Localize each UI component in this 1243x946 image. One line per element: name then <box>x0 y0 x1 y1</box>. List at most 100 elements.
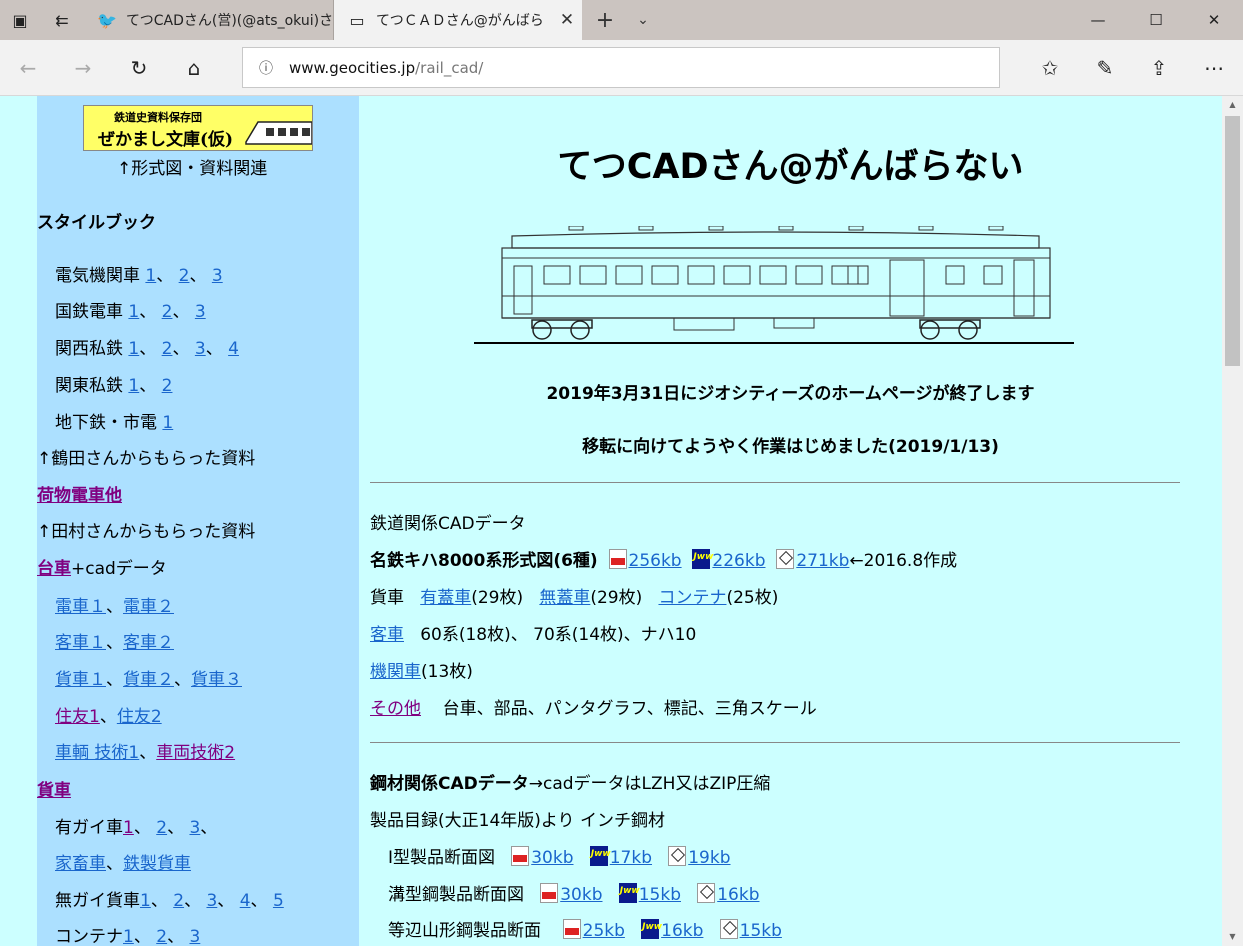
set-tabs-aside-icon[interactable]: ⇇ <box>42 0 82 40</box>
link-2[interactable]: 2 <box>156 818 167 838</box>
other-link[interactable]: その他 <box>370 699 421 719</box>
maximize-icon[interactable]: ☐ <box>1127 0 1185 40</box>
row-label: 関東私鉄 <box>55 376 123 396</box>
tab-twitter[interactable]: 🐦 てつCADさん(営)(@ats_okui)さ <box>84 0 334 40</box>
loco-link[interactable]: 機関車 <box>370 662 421 682</box>
steel-row-angle: 等辺山形鋼製品断面 25kb 16kb 15kb <box>388 916 782 941</box>
chevron-down-icon[interactable]: ⌄ <box>628 0 658 40</box>
meitetsu-note: ←2016.8作成 <box>849 551 958 571</box>
pen-notes-icon[interactable]: ✎ <box>1085 48 1125 88</box>
link-3[interactable]: 3 <box>206 891 217 911</box>
link-3[interactable]: 3 <box>189 818 200 838</box>
tab-preview-icon[interactable]: ▣ <box>0 0 40 40</box>
meitetsu-pdf-link[interactable]: 256kb <box>629 551 682 571</box>
more-menu-icon[interactable]: ⋯ <box>1194 48 1234 88</box>
favorites-star-icon[interactable]: ✩ <box>1030 48 1070 88</box>
forward-icon[interactable]: → <box>63 48 103 88</box>
dxf-link[interactable]: 19kb <box>688 848 730 868</box>
bogie-link[interactable]: 台車 <box>37 559 71 579</box>
link-freight-2[interactable]: 貨車２ <box>123 670 174 690</box>
minimize-icon[interactable]: — <box>1069 0 1127 40</box>
close-window-icon[interactable]: ✕ <box>1185 0 1243 40</box>
tab-tetsucad[interactable]: ▭ てつＣＡＤさん@がんばら ✕ <box>334 0 582 40</box>
link-1[interactable]: 1 <box>123 927 134 946</box>
refresh-icon[interactable]: ↻ <box>119 48 159 88</box>
meitetsu-jww-link[interactable]: 226kb <box>712 551 765 571</box>
covered-count: (29枚) <box>471 588 524 608</box>
jww-link[interactable]: 16kb <box>661 921 703 941</box>
baggage-link[interactable]: 荷物電車他 <box>37 486 122 506</box>
link-sumitomo-2[interactable]: 住友2 <box>117 707 162 727</box>
link-2[interactable]: 2 <box>179 266 190 286</box>
zekamashi-banner[interactable]: 鉄道史資料保存団 ぜかまし文庫(仮) <box>83 105 313 151</box>
link-5[interactable]: 5 <box>273 891 284 911</box>
link-tech-1[interactable]: 車輌 技術1 <box>55 743 139 763</box>
pdf-link[interactable]: 30kb <box>560 885 602 905</box>
scroll-up-icon[interactable]: ▲ <box>1222 96 1243 114</box>
link-3[interactable]: 3 <box>212 266 223 286</box>
link-2[interactable]: 2 <box>162 376 173 396</box>
sidebar-freight-links: 貨車１、貨車２、貨車３ <box>55 670 242 690</box>
sidebar-kansai-private: 関西私鉄 1、 2、 3、 4 <box>55 339 239 359</box>
pdf-link[interactable]: 30kb <box>531 848 573 868</box>
link-2[interactable]: 2 <box>156 927 167 946</box>
link-coach-2[interactable]: 客車２ <box>123 633 174 653</box>
link-1[interactable]: 1 <box>128 376 139 396</box>
home-icon[interactable]: ⌂ <box>174 48 214 88</box>
link-steel-wagon[interactable]: 鉄製貨車 <box>123 854 191 874</box>
link-freight-3[interactable]: 貨車３ <box>191 670 242 690</box>
link-1[interactable]: 1 <box>162 413 173 433</box>
back-icon[interactable]: ← <box>8 48 48 88</box>
pdf-link[interactable]: 25kb <box>583 921 625 941</box>
container-link[interactable]: コンテナ <box>658 588 726 608</box>
link-2[interactable]: 2 <box>162 302 173 322</box>
link-livestock[interactable]: 家畜車 <box>55 854 106 874</box>
link-4[interactable]: 4 <box>228 339 239 359</box>
steel-row-label: 溝型鋼製品断面図 <box>388 885 524 905</box>
link-1[interactable]: 1 <box>140 891 151 911</box>
link-3[interactable]: 3 <box>189 927 200 946</box>
meitetsu-dxf-link[interactable]: 271kb <box>796 551 849 571</box>
open-wagon-link[interactable]: 無蓋車 <box>539 588 590 608</box>
link-2[interactable]: 2 <box>173 891 184 911</box>
dxf-link[interactable]: 16kb <box>717 885 759 905</box>
covered-wagon-link[interactable]: 有蓋車 <box>420 588 471 608</box>
scrollbar-thumb[interactable] <box>1225 116 1240 366</box>
dxf-link[interactable]: 15kb <box>740 921 782 941</box>
url-path: /rail_cad/ <box>415 58 484 77</box>
link-3[interactable]: 3 <box>195 339 206 359</box>
page-scrollbar[interactable]: ▲ ▼ <box>1222 96 1243 946</box>
row-label: 無ガイ貨車 <box>55 891 140 911</box>
link-coach-1[interactable]: 客車１ <box>55 633 106 653</box>
freight-heading-link[interactable]: 貨車 <box>37 781 71 801</box>
sidebar: 鉄道史資料保存団 ぜかまし文庫(仮) ↑形式図・資料関連 スタイルブック 電気機… <box>37 96 359 946</box>
link-freight-1[interactable]: 貨車１ <box>55 670 106 690</box>
meitetsu-label: 名鉄キハ8000系形式図(6種) <box>370 551 598 571</box>
link-1[interactable]: 1 <box>145 266 156 286</box>
link-emu-2[interactable]: 電車２ <box>123 597 174 617</box>
info-icon[interactable]: ⓘ <box>243 58 289 78</box>
pdf-icon <box>540 883 559 903</box>
jww-link[interactable]: 15kb <box>639 885 681 905</box>
link-2[interactable]: 2 <box>162 339 173 359</box>
link-3[interactable]: 3 <box>195 302 206 322</box>
scroll-down-icon[interactable]: ▼ <box>1222 928 1243 946</box>
container-count: (25枚) <box>726 588 779 608</box>
address-bar[interactable]: ⓘ www.geocities.jp/rail_cad/ <box>242 47 1000 88</box>
jww-link[interactable]: 17kb <box>610 848 652 868</box>
dxf-icon <box>668 846 687 866</box>
link-1[interactable]: 1 <box>123 818 134 838</box>
catalog-line: 製品目録(大正14年版)より インチ鋼材 <box>370 811 665 831</box>
sidebar-covered-wagon: 有ガイ車1、 2、 3、 <box>55 818 218 838</box>
share-icon[interactable]: ⇪ <box>1139 48 1179 88</box>
new-tab-icon[interactable]: + <box>590 0 620 40</box>
link-1[interactable]: 1 <box>128 339 139 359</box>
sidebar-jnr-emu: 国鉄電車 1、 2、 3 <box>55 302 206 322</box>
coach-link[interactable]: 客車 <box>370 625 404 645</box>
link-4[interactable]: 4 <box>240 891 251 911</box>
link-tech-2[interactable]: 車両技術2 <box>156 743 235 763</box>
link-sumitomo-1[interactable]: 住友1 <box>55 707 100 727</box>
close-tab-icon[interactable]: ✕ <box>552 10 582 30</box>
link-emu-1[interactable]: 電車１ <box>55 597 106 617</box>
link-1[interactable]: 1 <box>128 302 139 322</box>
